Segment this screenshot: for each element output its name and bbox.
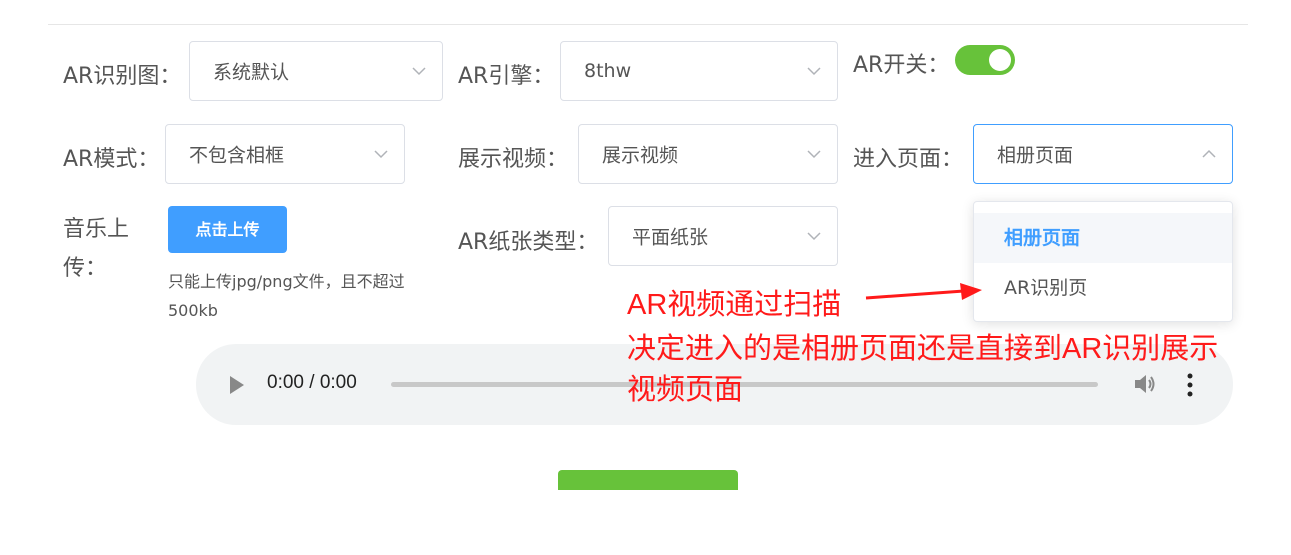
chevron-down-icon — [807, 150, 821, 159]
ar-engine-label: AR引擎： — [458, 64, 555, 89]
ar-engine-select[interactable]: 8thw — [560, 41, 838, 101]
submit-button[interactable] — [558, 470, 738, 490]
music-upload-label-line2: 传： — [63, 256, 108, 281]
ar-image-value: 系统默认 — [213, 61, 290, 84]
ar-switch-label: AR开关： — [853, 53, 950, 78]
show-video-value: 展示视频 — [602, 144, 679, 167]
ar-image-select[interactable]: 系统默认 — [189, 41, 443, 101]
more-options-icon[interactable] — [1186, 371, 1194, 399]
enter-page-label: 进入页面： — [853, 147, 964, 172]
ar-mode-select[interactable]: 不包含相框 — [165, 124, 405, 184]
play-icon[interactable] — [230, 376, 244, 394]
music-upload-label-line1: 音乐上 — [63, 217, 130, 242]
top-divider — [48, 24, 1248, 25]
enter-page-value: 相册页面 — [997, 144, 1074, 167]
enter-page-select[interactable]: 相册页面 — [973, 124, 1233, 184]
chevron-down-icon — [807, 232, 821, 241]
audio-time: 0:00 / 0:00 — [267, 372, 357, 393]
annotation-line3: 视频页面 — [627, 374, 744, 406]
dropdown-option-ar-page[interactable]: AR识别页 — [974, 263, 1232, 313]
chevron-up-icon — [1202, 149, 1216, 158]
paper-type-select[interactable]: 平面纸张 — [608, 206, 838, 266]
chevron-down-icon — [412, 67, 426, 76]
paper-type-label: AR纸张类型： — [458, 230, 599, 255]
upload-tip: 只能上传jpg/png文件，且不超过500kb — [168, 272, 405, 320]
chevron-down-icon — [807, 67, 821, 76]
paper-type-value: 平面纸张 — [632, 226, 709, 249]
toggle-knob — [989, 49, 1011, 71]
show-video-select[interactable]: 展示视频 — [578, 124, 838, 184]
enter-page-dropdown: 相册页面 AR识别页 — [973, 201, 1233, 322]
volume-icon[interactable] — [1132, 371, 1158, 397]
show-video-label: 展示视频： — [458, 147, 569, 172]
ar-engine-value: 8thw — [584, 60, 632, 82]
ar-switch-toggle[interactable] — [955, 45, 1015, 75]
upload-button[interactable]: 点击上传 — [168, 206, 287, 253]
annotation-line1: AR视频通过扫描 — [627, 289, 842, 321]
audio-progress-bar[interactable] — [391, 382, 1098, 387]
annotation-arrow-icon — [865, 283, 982, 300]
chevron-down-icon — [374, 150, 388, 159]
dropdown-option-album-page[interactable]: 相册页面 — [974, 213, 1232, 263]
annotation-line2: 决定进入的是相册页面还是直接到AR识别展示 — [627, 333, 1219, 365]
ar-mode-label: AR模式： — [63, 147, 160, 172]
ar-mode-value: 不包含相框 — [189, 144, 285, 167]
ar-image-label: AR识别图： — [63, 64, 182, 89]
